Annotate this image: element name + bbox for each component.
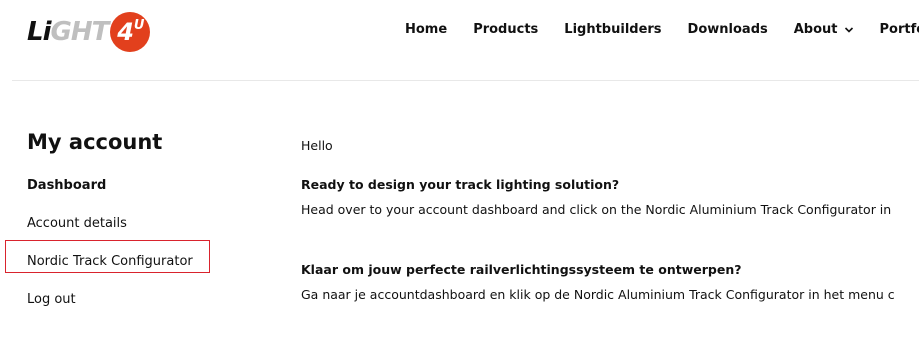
heading-nl: Klaar om jouw perfecte railverlichtingss…	[301, 262, 742, 277]
page: Li GHT 4U Home Products Lightbuilders Dow…	[0, 0, 919, 351]
highlight-box	[5, 240, 210, 273]
chevron-down-icon	[844, 26, 853, 33]
logo-badge-number: 4	[117, 18, 134, 46]
paragraph-en: Head over to your account dashboard and …	[301, 202, 892, 217]
logo-wordmark: Li GHT 4U	[27, 12, 151, 52]
nav-item-about[interactable]: About	[794, 22, 854, 37]
heading-en: Ready to design your track lighting solu…	[301, 177, 620, 192]
nav-item-about-label: About	[793, 22, 838, 37]
nav-item-home[interactable]: Home	[405, 22, 447, 37]
nav-item-downloads[interactable]: Downloads	[688, 22, 768, 37]
paragraph-nl: Ga naar je accountdashboard en klik op d…	[301, 287, 895, 302]
main-nav: Home Products Lightbuilders Downloads Ab…	[405, 22, 919, 37]
sidebar-item-account-details[interactable]: Account details	[27, 216, 127, 231]
greeting-text: Hello	[301, 138, 333, 153]
logo[interactable]: Li GHT 4U	[27, 10, 155, 54]
sidebar-item-dashboard[interactable]: Dashboard	[27, 178, 106, 193]
site-header: Li GHT 4U Home Products Lightbuilders Dow…	[0, 0, 919, 64]
nav-item-products[interactable]: Products	[473, 22, 538, 37]
account-sidebar: My account Dashboard Account details Nor…	[27, 130, 227, 307]
nav-item-lightbuilders[interactable]: Lightbuilders	[564, 22, 661, 37]
sidebar-item-log-out[interactable]: Log out	[27, 292, 76, 307]
sidebar-title: My account	[27, 130, 163, 154]
nav-item-portfolio[interactable]: Portfolio	[880, 22, 919, 37]
logo-text-part2: GHT	[50, 17, 109, 47]
header-divider	[12, 80, 919, 81]
logo-badge-sup: U	[133, 17, 145, 33]
logo-badge: 4U	[110, 12, 151, 52]
logo-text-part1: Li	[27, 17, 52, 47]
